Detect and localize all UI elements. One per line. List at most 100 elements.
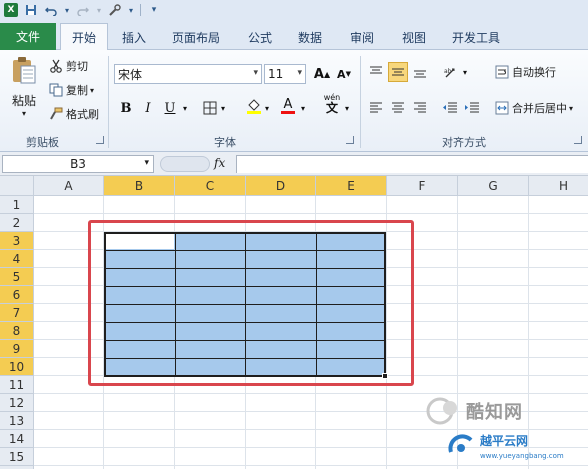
- copy-label: 复制: [66, 84, 88, 97]
- customize-icon[interactable]: ▾: [147, 3, 161, 17]
- clipboard-launcher-icon[interactable]: [96, 136, 104, 144]
- row-header-14[interactable]: 14: [0, 430, 34, 448]
- column-header-h[interactable]: H: [529, 176, 588, 196]
- watermark-url: www.yueyangbang.com: [480, 452, 564, 460]
- align-top-button[interactable]: [366, 62, 386, 82]
- chevron-down-icon[interactable]: ▾: [342, 98, 352, 118]
- phonetic-button[interactable]: wén 文: [320, 94, 344, 115]
- row-header-15[interactable]: 15: [0, 448, 34, 466]
- row-header-10[interactable]: 10: [0, 358, 34, 376]
- orientation-button[interactable]: ab: [442, 62, 462, 82]
- fill-color-button[interactable]: [244, 96, 264, 116]
- undo-icon[interactable]: [44, 3, 58, 17]
- column-header-a[interactable]: A: [34, 176, 104, 196]
- worksheet-grid[interactable]: A B C D E F G H 1 2 3 4 5 6 7 8 9 10 11 …: [0, 176, 588, 469]
- name-box-value: B3: [70, 157, 86, 171]
- column-header-e[interactable]: E: [316, 176, 387, 196]
- row-header-12[interactable]: 12: [0, 394, 34, 412]
- row-header-8[interactable]: 8: [0, 322, 34, 340]
- tab-review[interactable]: 审阅: [340, 24, 384, 50]
- shrink-font-button[interactable]: A ▼: [334, 64, 354, 84]
- watermark: 酷知网 越平云网 www.yueyangbang.com: [420, 390, 588, 469]
- merge-center-button[interactable]: 合并后居中 ▾: [494, 100, 573, 116]
- chevron-down-icon[interactable]: ▾: [180, 98, 190, 118]
- brush-icon: [48, 106, 64, 122]
- insert-function-button[interactable]: fx: [214, 156, 225, 170]
- formula-input[interactable]: [236, 155, 588, 173]
- tab-home[interactable]: 开始: [60, 23, 108, 50]
- tab-formulas[interactable]: 公式: [238, 24, 282, 50]
- increase-indent-button[interactable]: [462, 98, 482, 118]
- tab-developer[interactable]: 开发工具: [444, 24, 508, 50]
- cut-button[interactable]: 剪切: [48, 58, 88, 74]
- underline-button[interactable]: U: [160, 98, 180, 118]
- decrease-indent-icon: [443, 102, 457, 113]
- name-box[interactable]: B3 ▾: [2, 155, 154, 173]
- ribbon-home: 粘贴 ▾ 剪切 复制 ▾ 格式刷 剪贴板 宋体 ▾ 11 ▾ A ▲ A ▼ B I…: [0, 50, 588, 152]
- chevron-down-icon[interactable]: ▾: [218, 98, 228, 118]
- tab-insert[interactable]: 插入: [112, 24, 156, 50]
- align-left-button[interactable]: [366, 98, 386, 118]
- chevron-down-icon[interactable]: ▾: [460, 62, 470, 82]
- font-color-button[interactable]: A: [278, 96, 298, 116]
- formula-bar-handle[interactable]: [160, 156, 210, 172]
- column-header-d[interactable]: D: [246, 176, 316, 196]
- tab-file[interactable]: 文件: [0, 23, 56, 50]
- format-painter-label: 格式刷: [66, 108, 99, 121]
- row-header-2[interactable]: 2: [0, 214, 34, 232]
- row-header-13[interactable]: 13: [0, 412, 34, 430]
- align-middle-button[interactable]: [388, 62, 408, 82]
- alignment-launcher-icon[interactable]: [574, 136, 582, 144]
- align-middle-icon: [392, 68, 404, 76]
- grow-font-button[interactable]: A ▲: [312, 64, 332, 84]
- chevron-down-icon[interactable]: ▾: [128, 3, 134, 17]
- font-name-select[interactable]: 宋体 ▾: [114, 64, 262, 84]
- tab-page-layout[interactable]: 页面布局: [164, 24, 228, 50]
- align-center-button[interactable]: [388, 98, 408, 118]
- decrease-indent-button[interactable]: [440, 98, 460, 118]
- excel-icon[interactable]: X: [4, 3, 18, 17]
- font-size-select[interactable]: 11 ▾: [264, 64, 306, 84]
- align-right-button[interactable]: [410, 98, 430, 118]
- phonetic-char: 文: [325, 101, 338, 115]
- watermark-text: 越平云网: [480, 434, 529, 448]
- annotation-highlight-box: [88, 220, 414, 386]
- row-header-6[interactable]: 6: [0, 286, 34, 304]
- bold-button[interactable]: B: [116, 98, 136, 118]
- borders-button[interactable]: [200, 98, 220, 118]
- tab-view[interactable]: 视图: [392, 24, 436, 50]
- column-header-g[interactable]: G: [458, 176, 529, 196]
- chevron-down-icon[interactable]: ▾: [96, 3, 102, 17]
- column-header-f[interactable]: F: [387, 176, 458, 196]
- row-header-5[interactable]: 5: [0, 268, 34, 286]
- row-header-7[interactable]: 7: [0, 304, 34, 322]
- chevron-down-icon[interactable]: ▾: [262, 98, 272, 118]
- redo-icon[interactable]: [76, 3, 90, 17]
- font-launcher-icon[interactable]: [346, 136, 354, 144]
- row-header-4[interactable]: 4: [0, 250, 34, 268]
- align-left-icon: [370, 102, 382, 113]
- copy-button[interactable]: 复制 ▾: [48, 82, 94, 98]
- select-all-corner[interactable]: [0, 176, 34, 196]
- tab-data[interactable]: 数据: [288, 24, 332, 50]
- orientation-icon: ab: [444, 68, 455, 78]
- column-header-c[interactable]: C: [175, 176, 246, 196]
- column-header-b[interactable]: B: [104, 176, 175, 196]
- tools-icon[interactable]: [108, 3, 122, 17]
- align-bottom-button[interactable]: [410, 62, 430, 82]
- italic-button[interactable]: I: [138, 98, 158, 118]
- row-header-3[interactable]: 3: [0, 232, 34, 250]
- increase-indent-icon: [465, 102, 479, 113]
- format-painter-button[interactable]: 格式刷: [48, 106, 99, 122]
- wrap-text-button[interactable]: 自动换行: [494, 64, 556, 80]
- paste-button[interactable]: 粘贴 ▾: [8, 56, 40, 118]
- formula-bar: B3 ▾ fx: [0, 152, 588, 176]
- font-color-icon: A: [283, 96, 293, 112]
- save-icon[interactable]: [24, 3, 38, 17]
- chevron-down-icon[interactable]: ▾: [64, 3, 70, 17]
- chevron-down-icon[interactable]: ▾: [298, 98, 308, 118]
- watermark-logo2-icon: [448, 434, 473, 453]
- row-header-1[interactable]: 1: [0, 196, 34, 214]
- row-header-11[interactable]: 11: [0, 376, 34, 394]
- row-header-9[interactable]: 9: [0, 340, 34, 358]
